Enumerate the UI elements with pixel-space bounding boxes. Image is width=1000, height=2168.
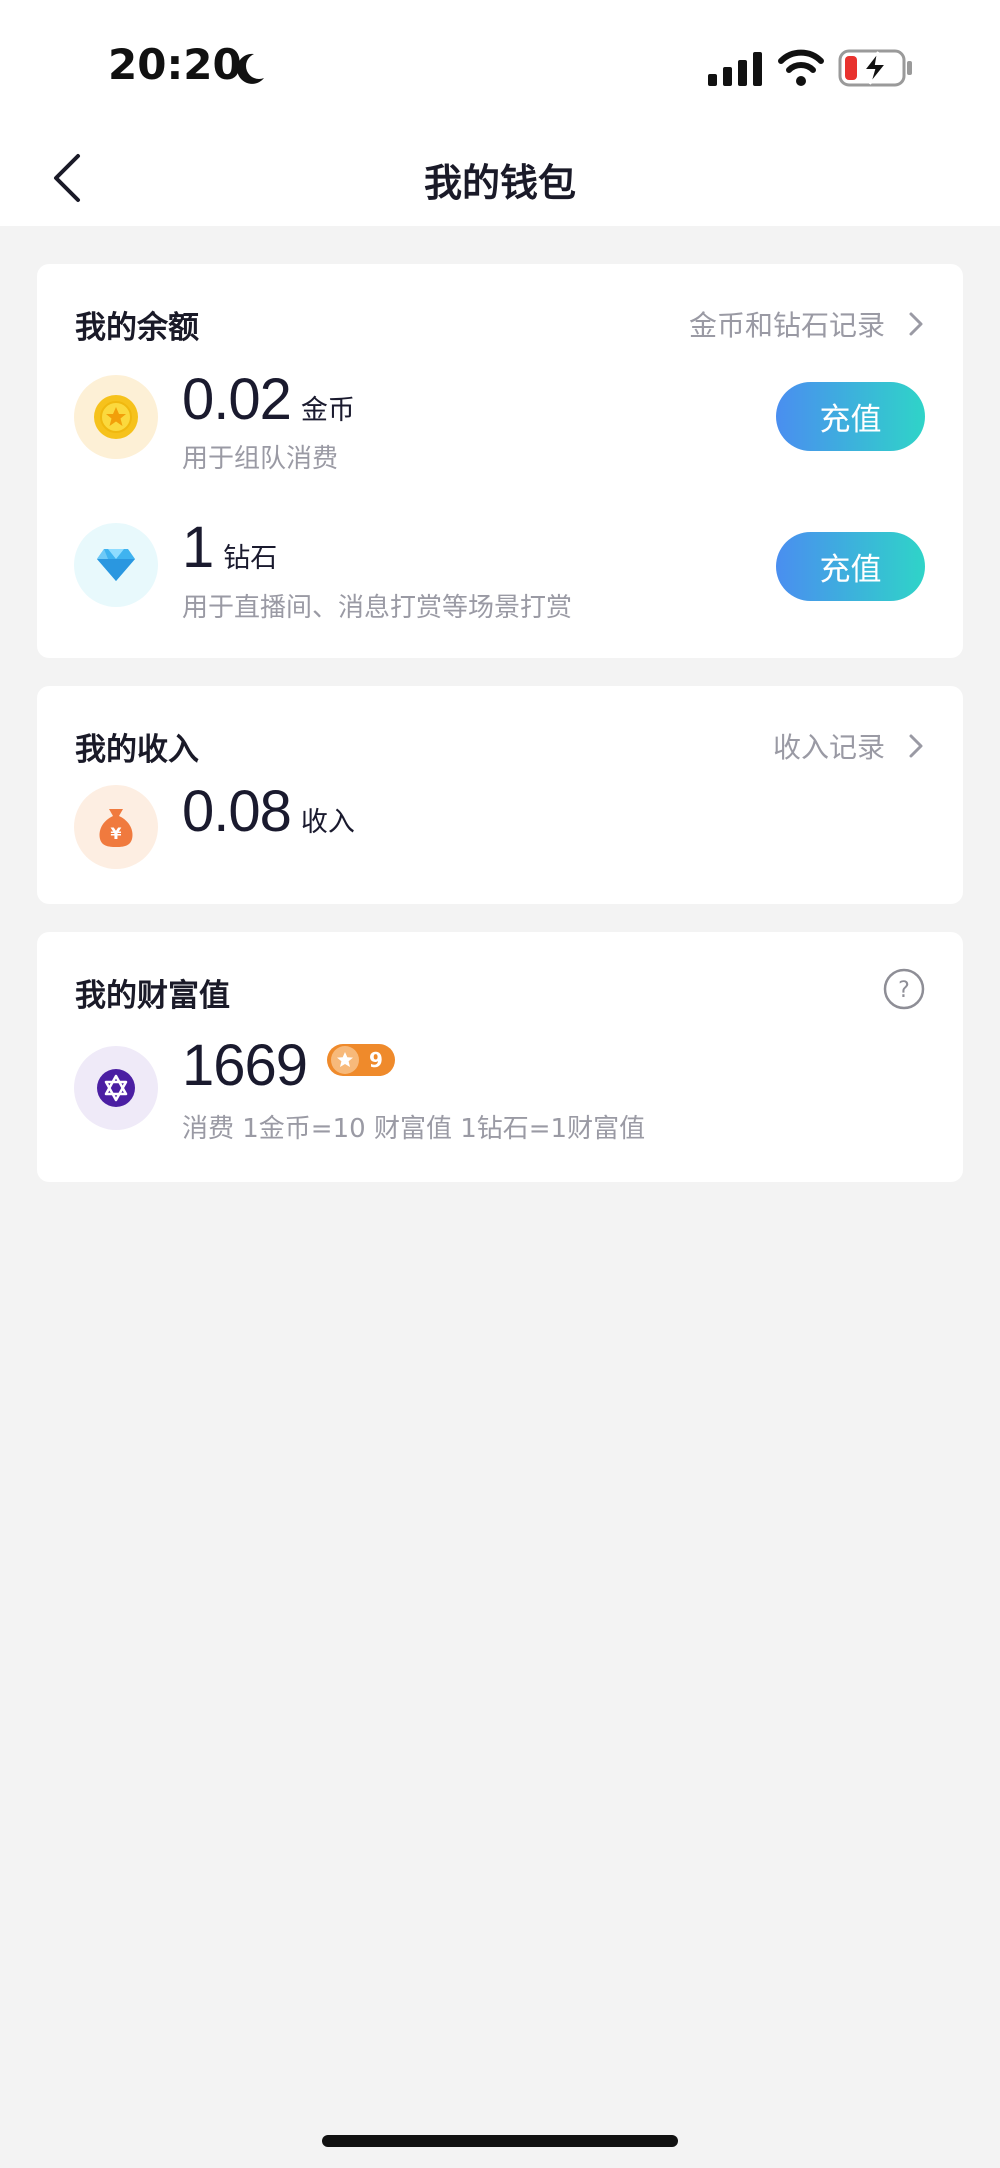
money-bag-icon: ¥ [74,785,158,869]
coin-recharge-button[interactable]: 充值 [776,382,925,451]
status-bar: 20:20 [0,0,1000,130]
coin-icon [74,375,158,459]
nav-bar: 我的钱包 [0,130,1000,226]
wealth-amount-row: 1669 9 [182,1032,395,1099]
coin-unit: 金币 [300,395,355,426]
wealth-icon [74,1046,158,1130]
diamond-recharge-button[interactable]: 充值 [776,532,925,601]
help-icon[interactable]: ? [883,968,925,1010]
wealth-description: 消费 1金币=10 财富值 1钻石=1财富值 [182,1114,646,1144]
wealth-amount: 1669 [182,1033,308,1098]
record-link-label: 收入记录 [772,731,885,764]
diamond-description: 用于直播间、消息打赏等场景打赏 [182,593,573,623]
battery-icon [838,49,912,87]
diamond-amount-row: 1 钻石 [182,514,277,581]
signal-icon [708,52,762,86]
status-time: 20:20 [108,40,242,89]
income-amount-row: 0.08 收入 [182,778,355,845]
wealth-level: 9 [369,1047,383,1072]
wealth-level-badge: 9 [327,1043,395,1076]
balance-title: 我的余额 [75,310,199,346]
home-indicator [322,2135,678,2147]
balance-card: 我的余额 金币和钻石记录 0.02 金币 用于组队消费 充值 1 钻石 用于直播… [37,264,963,658]
wifi-icon [778,49,824,86]
coin-amount: 0.02 [182,367,292,432]
diamond-amount: 1 [182,515,214,580]
diamond-unit: 钻石 [223,543,278,574]
coin-description: 用于组队消费 [182,444,339,474]
star-icon [331,1045,360,1074]
record-link-label: 金币和钻石记录 [688,309,885,342]
page-title: 我的钱包 [423,161,576,205]
svg-text:¥: ¥ [110,824,121,843]
coin-diamond-record-link[interactable]: 金币和钻石记录 [689,304,925,344]
coin-amount-row: 0.02 金币 [182,366,355,433]
income-card: 我的收入 收入记录 ¥ 0.08 收入 [37,686,963,904]
wealth-title: 我的财富值 [75,978,230,1014]
chevron-right-icon [909,734,923,758]
svg-text:?: ? [898,978,910,1003]
diamond-icon [74,523,158,607]
wealth-card: 我的财富值 ? 1669 9 消费 1金币=10 财富值 1钻石=1财富值 [37,932,963,1182]
income-title: 我的收入 [75,732,199,768]
income-record-link[interactable]: 收入记录 [773,726,925,766]
moon-icon [237,53,264,84]
chevron-right-icon [909,312,923,336]
income-amount: 0.08 [182,779,292,844]
income-unit: 收入 [300,807,355,838]
